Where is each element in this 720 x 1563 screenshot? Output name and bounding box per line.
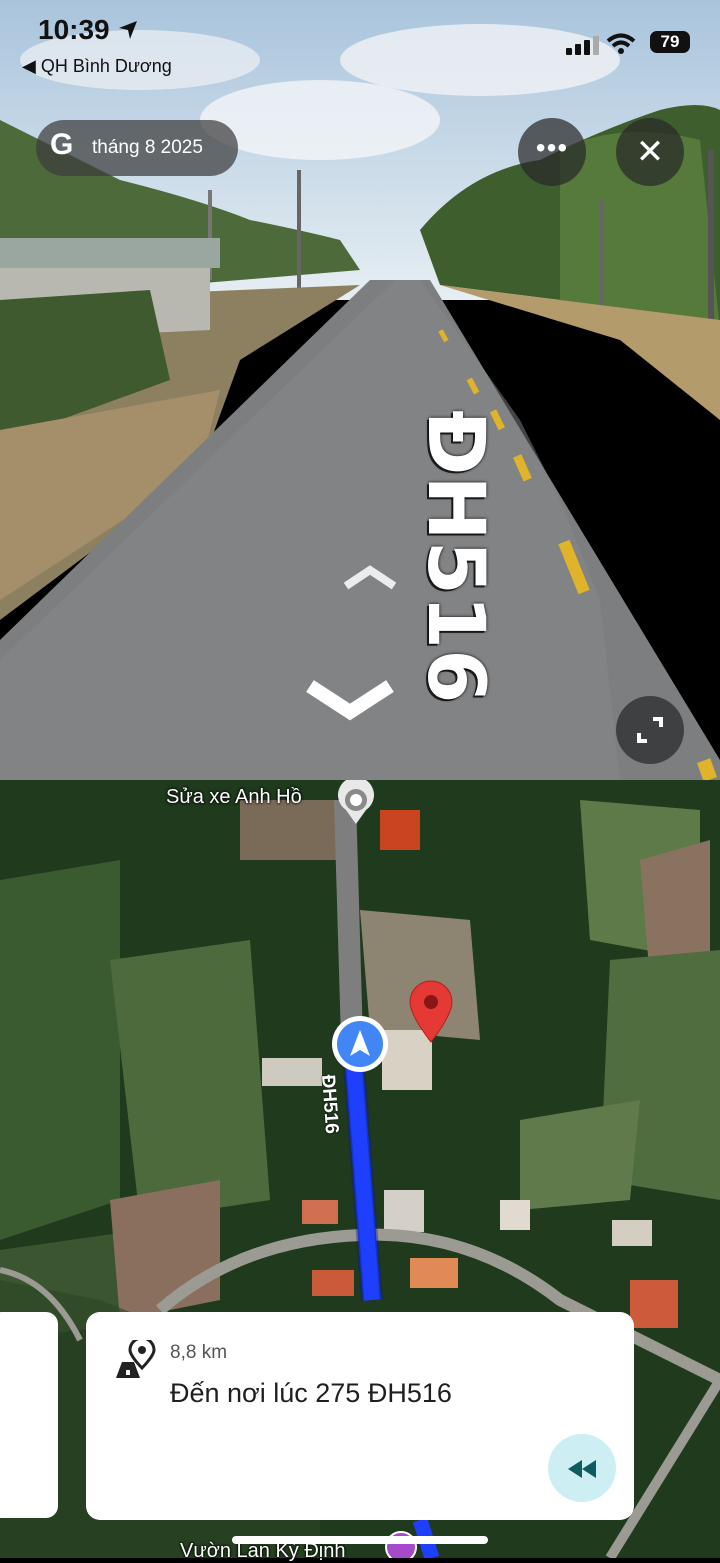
back-to-app-link[interactable]: ◀ QH Bình Dương [22, 56, 172, 77]
location-arrow-icon [117, 19, 139, 39]
current-location-icon [330, 1014, 390, 1074]
step-distance: 8,8 km [170, 1342, 228, 1363]
rewind-button[interactable] [548, 1434, 616, 1502]
capture-date-label: tháng 8 2025 [92, 137, 203, 158]
road-marking-label: ĐH516 [410, 410, 500, 704]
nav-down-chevron[interactable] [304, 672, 396, 724]
google-logo-icon: G [50, 128, 74, 161]
poi-icon [384, 1530, 418, 1558]
wifi-icon [606, 33, 636, 55]
map-place-label-top[interactable]: Sửa xe Anh Hồ [166, 786, 302, 809]
expand-icon [635, 715, 665, 745]
close-button[interactable]: ✕ [616, 118, 684, 186]
rewind-icon [566, 1458, 598, 1480]
capture-date-pill[interactable]: G tháng 8 2025 [36, 120, 238, 176]
nav-up-chevron[interactable] [342, 560, 398, 590]
status-bar: 10:39 ◀ QH Bình Dương 79 [0, 0, 720, 90]
destination-pin-icon[interactable] [408, 980, 454, 1044]
home-indicator[interactable] [232, 1536, 488, 1544]
more-icon: ••• [535, 132, 569, 163]
expand-button[interactable] [616, 696, 684, 764]
street-view-marker-icon[interactable] [334, 780, 378, 828]
street-view-panel[interactable]: ĐH516 [0, 0, 720, 780]
step-destination: Đến nơi lúc 275 ĐH516 [170, 1378, 452, 1408]
arrive-destination-icon [112, 1340, 156, 1380]
battery-indicator: 79 [650, 31, 690, 53]
status-time: 10:39 [38, 14, 139, 46]
navigation-step-card[interactable]: 8,8 km Đến nơi lúc 275 ĐH516 [86, 1312, 634, 1520]
signal-icon [566, 35, 600, 55]
more-options-button[interactable]: ••• [518, 118, 586, 186]
map-road-label: ĐH516 [317, 1074, 343, 1135]
previous-step-card[interactable] [0, 1312, 58, 1518]
close-icon: ✕ [635, 133, 665, 171]
